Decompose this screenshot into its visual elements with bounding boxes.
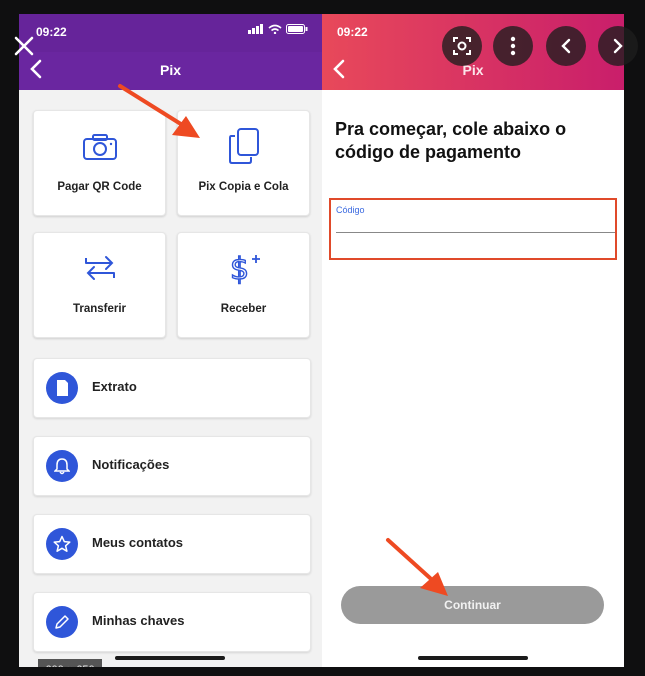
transfer-icon: [34, 251, 165, 285]
left-phone-screen: 09:22 Pix Pagar QR Code Pix Copia e Cola…: [19, 14, 322, 667]
row-label: Meus contatos: [92, 535, 184, 550]
image-dimensions-badge: 600 × 650: [38, 659, 102, 667]
row-label: Minhas chaves: [92, 613, 185, 628]
more-icon[interactable]: [493, 26, 533, 66]
home-indicator: [115, 656, 225, 660]
star-icon: [46, 528, 78, 560]
right-phone-screen: 09:22 Pix Pra começar, cole abaixo o cód…: [322, 14, 624, 667]
tile-label: Transferir: [72, 303, 127, 315]
lens-icon[interactable]: [442, 26, 482, 66]
screenshot-stage: 09:22 Pix Pagar QR Code Pix Copia e Cola…: [19, 14, 624, 667]
row-label: Extrato: [92, 379, 137, 394]
status-time: 09:22: [337, 25, 368, 39]
chevron-left-icon[interactable]: [546, 26, 586, 66]
tile-label: Receber: [220, 303, 267, 315]
bell-icon: [46, 450, 78, 482]
row-minhas-chaves[interactable]: Minhas chaves: [33, 592, 311, 652]
wifi-icon: [268, 24, 282, 34]
code-field[interactable]: Código: [329, 198, 617, 260]
annotation-arrow: [118, 84, 200, 138]
page-heading: Pra começar, cole abaixo o código de pag…: [335, 119, 567, 162]
close-icon[interactable]: [6, 28, 42, 64]
tile-transferir[interactable]: Transferir: [33, 232, 166, 338]
status-icons: [248, 24, 308, 34]
pencil-icon: [46, 606, 78, 638]
row-notificacoes[interactable]: Notificações: [33, 436, 311, 496]
dollar-plus-icon: $: [178, 249, 309, 285]
signal-icon: [248, 24, 263, 34]
nav-title: Pix: [462, 62, 484, 78]
row-label: Notificações: [92, 457, 170, 472]
svg-text:$: $: [230, 252, 249, 285]
status-bar: 09:22: [19, 14, 322, 52]
tile-label: Pagar QR Code: [57, 181, 142, 193]
tile-label: Pix Copia e Cola: [198, 181, 289, 193]
row-extrato[interactable]: Extrato: [33, 358, 311, 418]
tile-receber[interactable]: $ Receber: [177, 232, 310, 338]
document-icon: [46, 372, 78, 404]
battery-icon: [286, 24, 308, 34]
continue-button[interactable]: Continuar: [341, 586, 604, 624]
code-field-label: Código: [336, 205, 365, 215]
nav-title: Pix: [159, 62, 181, 78]
code-input-underline[interactable]: [336, 232, 615, 233]
row-meus-contatos[interactable]: Meus contatos: [33, 514, 311, 574]
annotation-arrow: [386, 538, 448, 596]
home-indicator: [418, 656, 528, 660]
chevron-right-icon[interactable]: [598, 26, 638, 66]
